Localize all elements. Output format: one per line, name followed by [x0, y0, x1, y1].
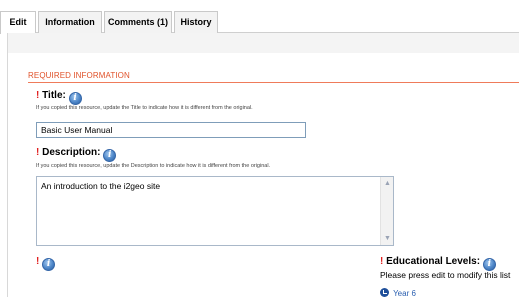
- info-icon[interactable]: i: [103, 149, 117, 162]
- tab-bar: Edit Information Comments (1) History: [0, 0, 519, 34]
- extra-field-row: ! i: [36, 256, 56, 271]
- info-icon[interactable]: i: [68, 92, 82, 105]
- title-label-row: ! Title: i: [36, 90, 82, 105]
- required-marker: !: [36, 256, 40, 267]
- required-marker: !: [380, 256, 384, 267]
- scroll-down-icon[interactable]: ▼: [383, 234, 392, 243]
- scroll-up-icon[interactable]: ▲: [383, 179, 392, 188]
- section-title: REQUIRED INFORMATION: [28, 71, 130, 80]
- level-bullet-icon: [380, 288, 389, 297]
- description-label: Description:: [42, 147, 101, 158]
- educational-levels-label: Educational Levels:: [386, 256, 481, 267]
- description-hint: If you copied this resource, update the …: [36, 163, 271, 169]
- panel-header-band: [8, 33, 519, 53]
- tab-edit[interactable]: Edit: [0, 11, 36, 34]
- tab-history[interactable]: History: [174, 11, 218, 33]
- title-input[interactable]: Basic User Manual: [36, 122, 306, 138]
- educational-levels-label-row: ! Educational Levels: i: [380, 256, 496, 271]
- info-icon[interactable]: i: [42, 258, 56, 271]
- textarea-scrollbar[interactable]: ▲ ▼: [380, 177, 393, 245]
- educational-levels-note: Please press edit to modify this list: [380, 270, 511, 280]
- required-marker: !: [36, 147, 40, 158]
- tab-information[interactable]: Information: [38, 11, 102, 33]
- description-label-row: ! Description: i: [36, 147, 117, 162]
- description-value: An introduction to the i2geo site: [41, 181, 161, 191]
- section-divider: [28, 82, 519, 83]
- title-label: Title:: [42, 90, 66, 101]
- description-textarea[interactable]: An introduction to the i2geo site ▲ ▼: [36, 176, 394, 246]
- required-marker: !: [36, 90, 40, 101]
- tab-comments[interactable]: Comments (1): [104, 11, 172, 33]
- title-hint: If you copied this resource, update the …: [36, 105, 253, 111]
